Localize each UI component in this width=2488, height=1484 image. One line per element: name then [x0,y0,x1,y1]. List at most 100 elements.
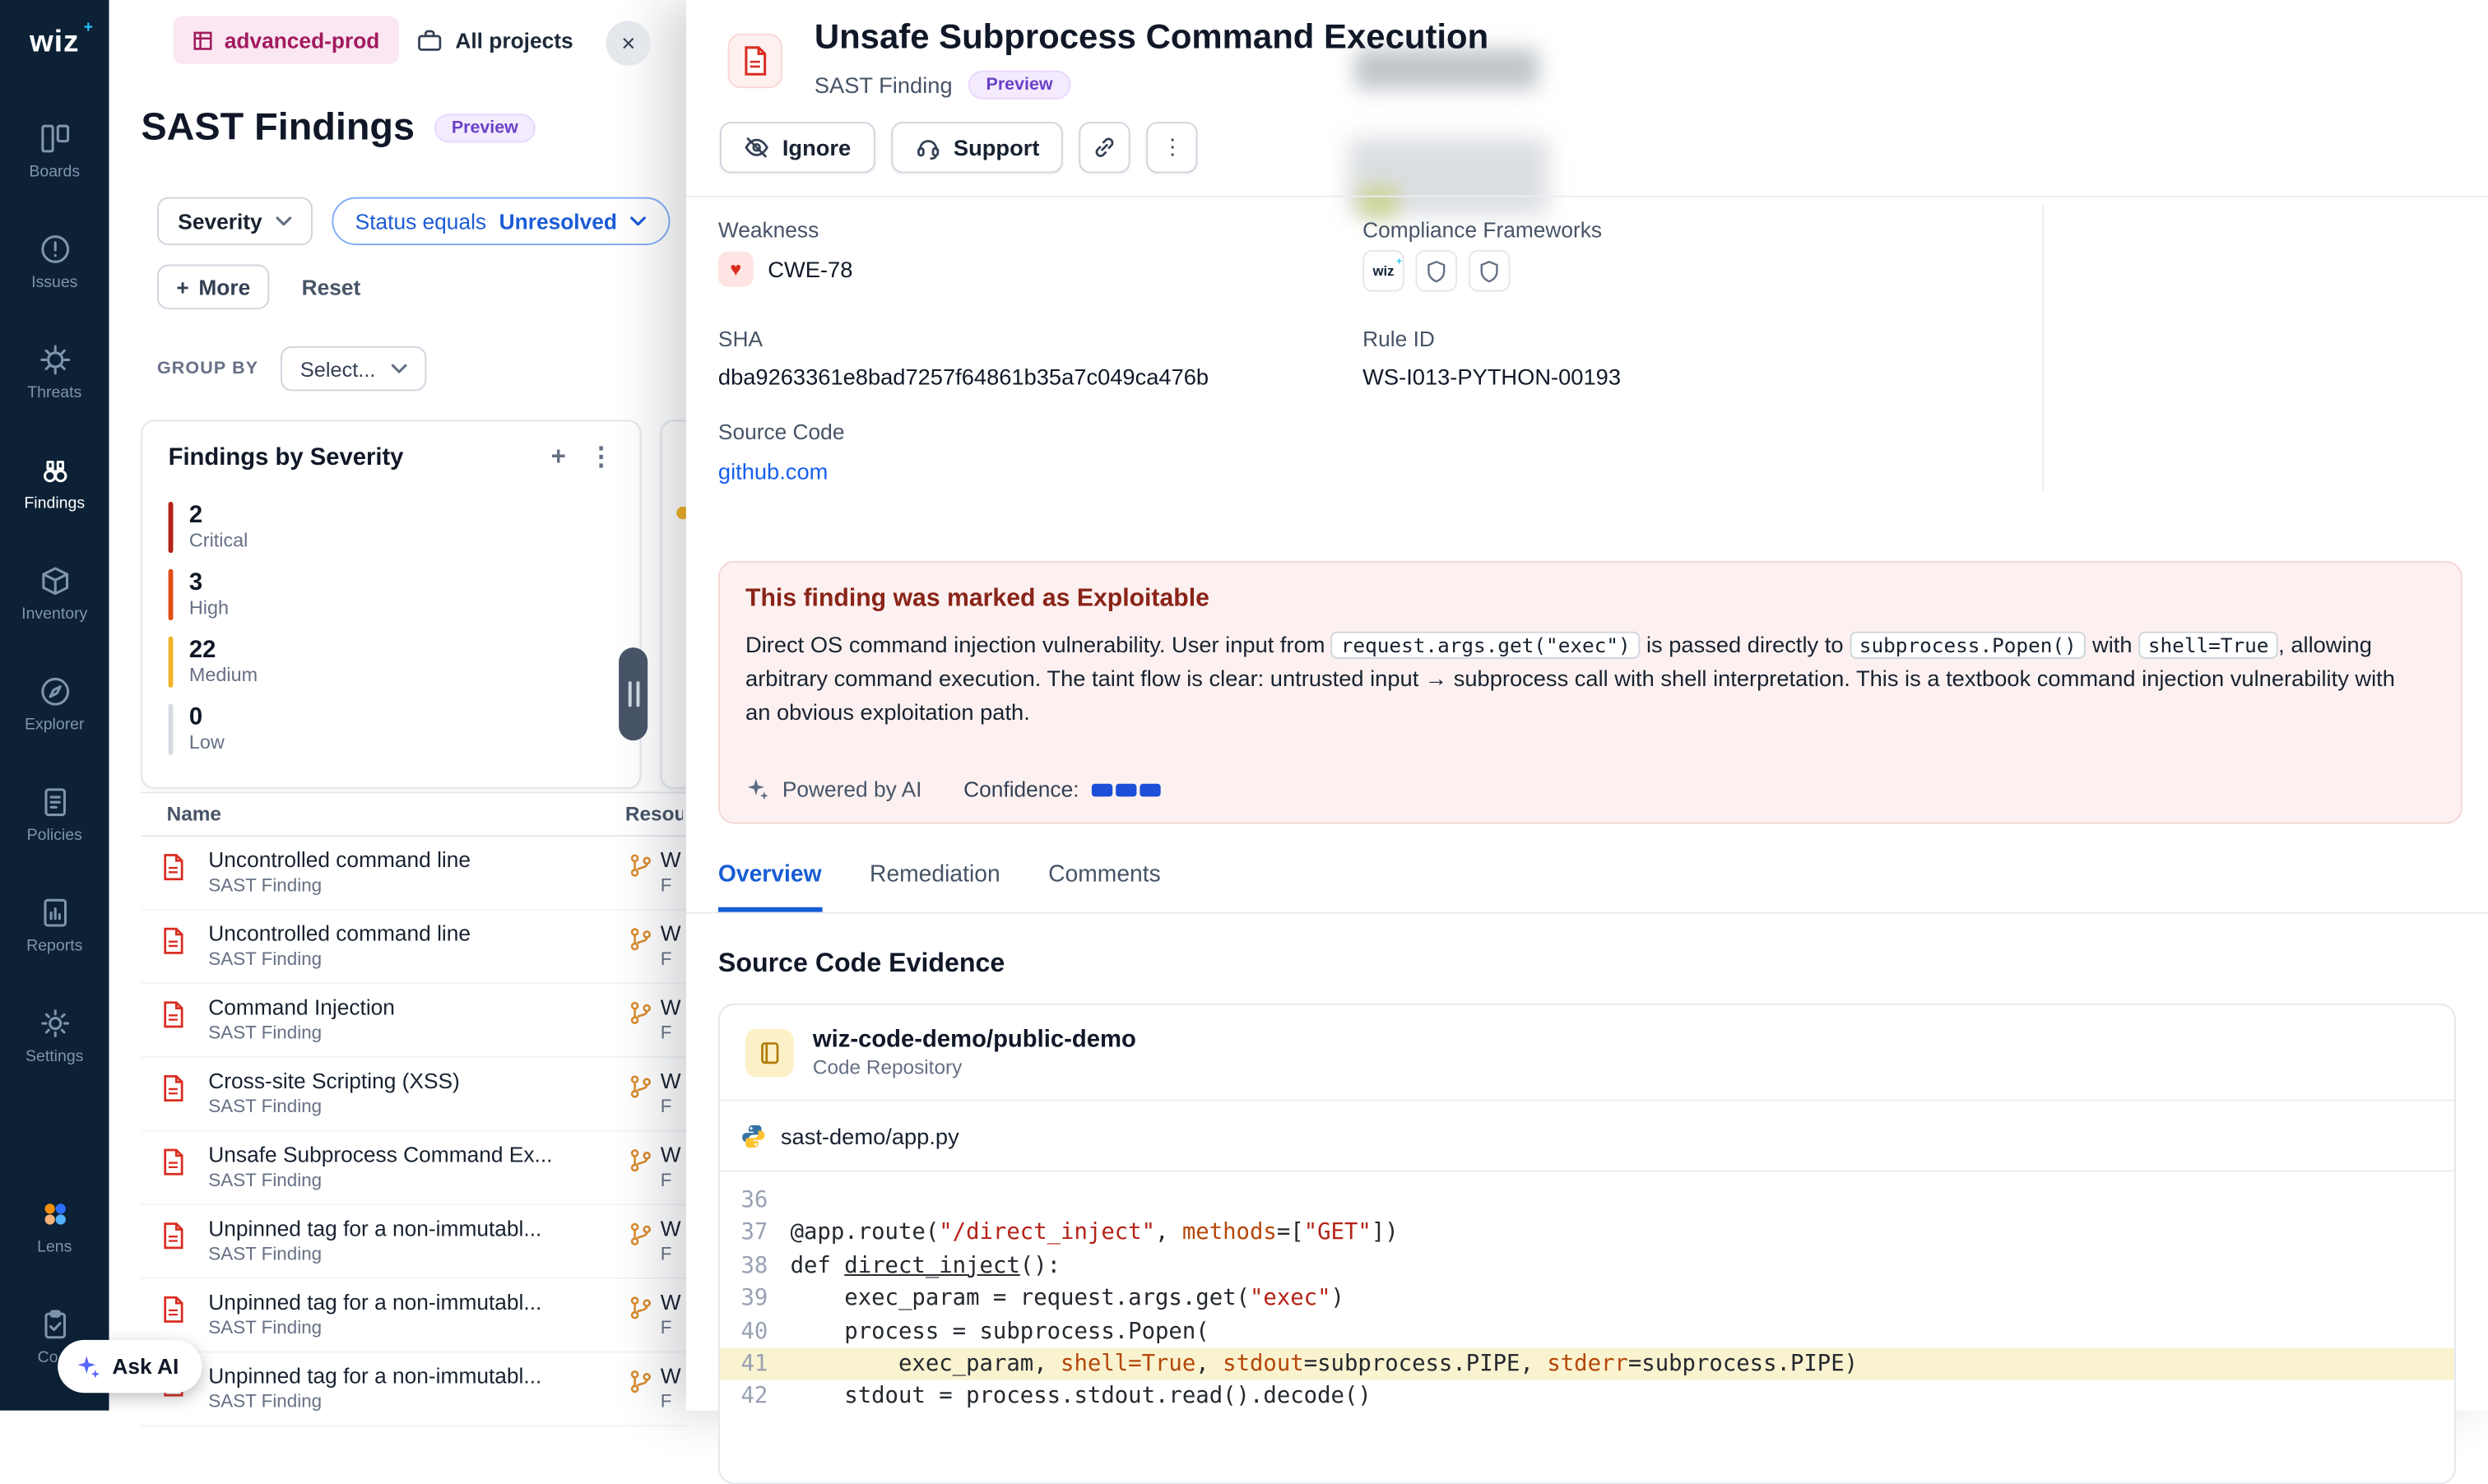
resource-name-fragment: W [661,1291,681,1315]
finding-row[interactable]: Unpinned tag for a non-immutabl... SAST … [141,1279,685,1353]
ignore-label: Ignore [782,135,851,160]
more-actions-button[interactable]: ⋮ [1147,122,1198,173]
tab-comments[interactable]: Comments [1048,862,1161,911]
severity-label: Low [189,731,225,754]
drawer-resize-handle[interactable] [619,647,648,740]
explorer-compass-icon [38,675,72,708]
wiz-logo[interactable]: wiz+ [30,26,80,61]
reset-filters-button[interactable]: Reset [302,275,361,299]
source-code-label: Source Code [718,420,845,443]
ask-ai-button[interactable]: Ask AI [58,1340,201,1393]
resource-name-fragment: W [661,848,681,872]
ignore-button[interactable]: Ignore [720,122,875,173]
severity-label: Medium [189,664,258,686]
finding-type: SAST Finding [208,1171,322,1190]
severity-bar [169,703,174,754]
sidebar-item-inventory[interactable]: Inventory [0,539,109,649]
finding-row[interactable]: Uncontrolled command line SAST Finding W… [141,837,685,911]
sidebar-item-findings[interactable]: Findings [0,428,109,538]
sidebar-item-policies[interactable]: Policies [0,760,109,870]
code-text: process = subprocess.Popen( [768,1315,1209,1348]
findings-table: Uncontrolled command line SAST Finding W… [141,837,685,1426]
findings-by-severity-card: Findings by Severity + ⋮ 2 Critical 3 [141,420,641,788]
sast-finding-icon [160,1222,186,1250]
finding-row[interactable]: Cross-site Scripting (XSS) SAST Finding … [141,1058,685,1132]
confidence-meter: Confidence: [963,777,1161,801]
severity-item[interactable]: 0 Low [169,696,615,763]
sidebar-item-threats[interactable]: Threats [0,318,109,428]
code-line: 39 exec_param = request.args.get("exec") [720,1282,2454,1315]
support-label: Support [954,135,1040,160]
card-kebab-button[interactable]: ⋮ [588,445,614,471]
sidebar-item-issues[interactable]: Issues [0,206,109,317]
finding-row[interactable]: Unpinned tag for a non-immutabl... SAST … [141,1352,685,1426]
wiz-framework-icon[interactable]: wiz+ [1362,250,1404,292]
finding-name: Unpinned tag for a non-immutabl... [208,1364,541,1388]
ai-sparkle-icon [76,1353,101,1379]
rule-id-value: WS-I013-PYTHON-00193 [1362,364,1621,389]
line-number: 36 [720,1185,768,1217]
chevron-down-icon [630,216,646,226]
finding-row[interactable]: Uncontrolled command line SAST Finding W… [141,911,685,985]
powered-by-ai: Powered by AI [745,777,921,801]
finding-name: Unpinned tag for a non-immutabl... [208,1291,541,1315]
sidebar-item-reports[interactable]: Reports [0,870,109,981]
shield-framework-icon[interactable] [1415,250,1457,292]
code-text: stdout = process.stdout.read().decode() [768,1380,1371,1413]
python-icon [740,1123,766,1148]
tab-remediation[interactable]: Remediation [870,862,1000,911]
finding-row[interactable]: Unpinned tag for a non-immutabl... SAST … [141,1205,685,1279]
source-code-link[interactable]: github.com [718,458,828,484]
rule-id-label: Rule ID [1362,327,1435,350]
weakness-label: Weakness [718,218,819,242]
severity-item[interactable]: 22 Medium [169,628,615,696]
tab-overview[interactable]: Overview [718,862,822,911]
plus-icon: + [176,275,188,299]
finding-row[interactable]: Unsafe Subprocess Command Ex... SAST Fin… [141,1132,685,1206]
finding-type: SAST Finding [208,1319,322,1338]
copy-link-button[interactable] [1079,122,1130,173]
support-button[interactable]: Support [891,122,1064,173]
grid-icon [193,30,213,50]
severity-filter-button[interactable]: Severity [157,197,312,245]
file-row[interactable]: sast-demo/app.py [720,1101,2454,1172]
resource-sub-fragment: F [661,1024,672,1043]
group-by-select[interactable]: Select... [281,346,427,392]
chevron-down-icon [275,216,290,226]
line-number: 38 [720,1250,768,1282]
briefcase-icon [417,28,443,52]
lens-icon [38,1197,72,1231]
finding-type: SAST Finding [208,1393,322,1412]
resource-sub-fragment: F [661,950,672,969]
severity-count: 22 [189,638,258,664]
repo-branch-icon [629,1000,652,1026]
sast-finding-icon [160,926,186,955]
sidebar-item-boards[interactable]: Boards [0,96,109,206]
code-text: exec_param = request.args.get("exec") [768,1282,1344,1315]
resource-name-fragment: W [661,1143,681,1166]
code-text: def direct_inject(): [768,1250,1061,1282]
sidebar-item-explorer[interactable]: Explorer [0,649,109,759]
sast-finding-icon [160,1074,186,1102]
repo-branch-icon [629,1074,652,1099]
repo-header[interactable]: wiz-code-demo/public-demo Code Repositor… [720,1005,2454,1101]
severity-item[interactable]: 3 High [169,561,615,628]
project-badge[interactable]: advanced-prod [173,16,398,63]
card-add-button[interactable]: + [551,445,566,471]
weakness-value[interactable]: ♥ CWE-78 [718,252,852,287]
repo-branch-icon [629,1148,652,1173]
finding-type: SAST Finding [208,950,322,969]
repo-branch-icon [629,1295,652,1320]
more-filters-button[interactable]: + More [157,264,270,309]
sast-finding-icon [160,1295,186,1324]
sidebar-item-lens[interactable]: Lens [0,1171,109,1282]
severity-item[interactable]: 2 Critical [169,494,615,561]
line-number: 37 [720,1217,768,1250]
cwe-heart-icon: ♥ [718,252,754,287]
finding-row[interactable]: Command Injection SAST Finding W F [141,984,685,1058]
status-filter-pill[interactable]: Status equals Unresolved [331,197,670,245]
all-projects-button[interactable]: All projects [417,16,573,63]
drawer-close-button[interactable]: × [606,21,652,66]
sidebar-item-settings[interactable]: Settings [0,981,109,1091]
shield-framework-icon[interactable] [1469,250,1511,292]
